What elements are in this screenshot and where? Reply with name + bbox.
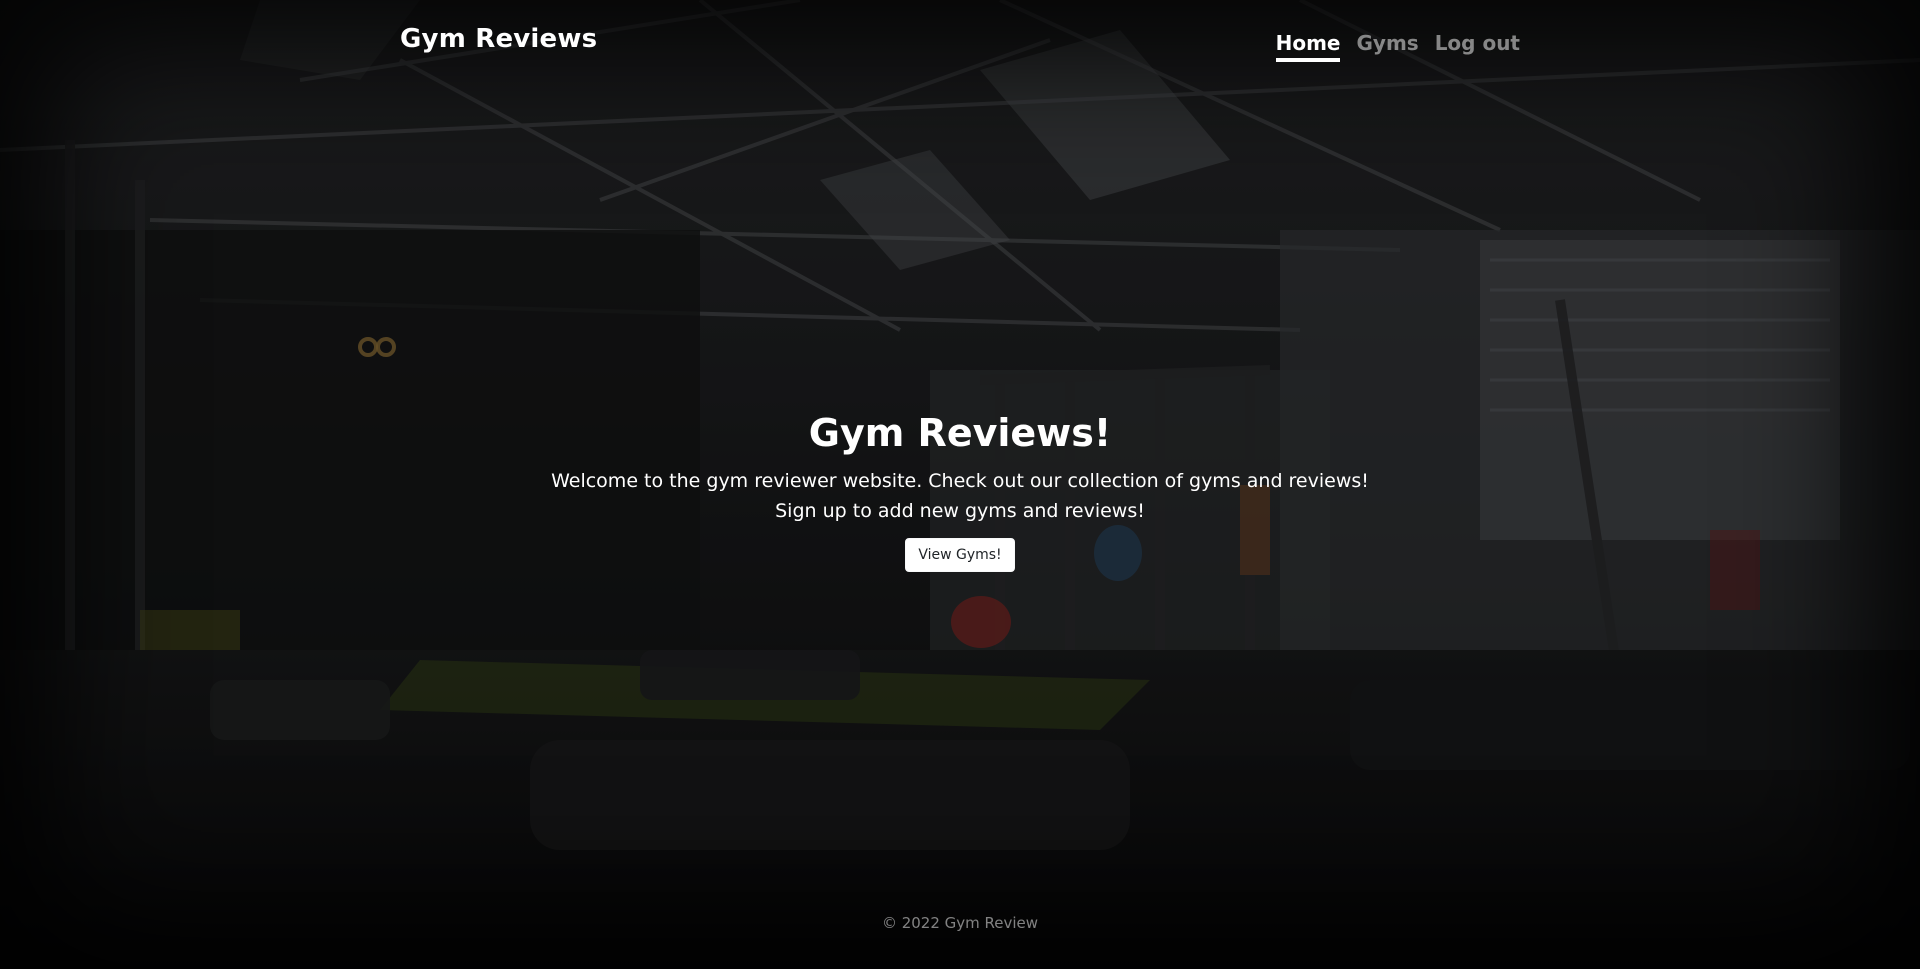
site-footer: © 2022 Gym Review: [881, 914, 1039, 932]
hero-welcome-text: Welcome to the gym reviewer website. Che…: [551, 470, 1369, 492]
hero-section: Gym Reviews! Welcome to the gym reviewer…: [0, 408, 1920, 572]
main-nav: Home Gyms Log out: [1275, 31, 1520, 62]
brand-link[interactable]: Gym Reviews: [400, 24, 597, 54]
hero-description: Welcome to the gym reviewer website. Che…: [0, 466, 1920, 526]
hero-title: Gym Reviews!: [808, 411, 1112, 455]
nav-link-home[interactable]: Home: [1275, 31, 1341, 62]
page: Gym Reviews Home Gyms Log out Gym Review…: [0, 0, 1920, 969]
nav-link-gyms[interactable]: Gyms: [1356, 31, 1418, 62]
hero-signup-text: Sign up to add new gyms and reviews!: [775, 500, 1145, 522]
view-gyms-button[interactable]: View Gyms!: [905, 538, 1015, 572]
nav-link-log-out[interactable]: Log out: [1435, 31, 1520, 62]
site-header: Gym Reviews Home Gyms Log out: [400, 0, 1520, 80]
